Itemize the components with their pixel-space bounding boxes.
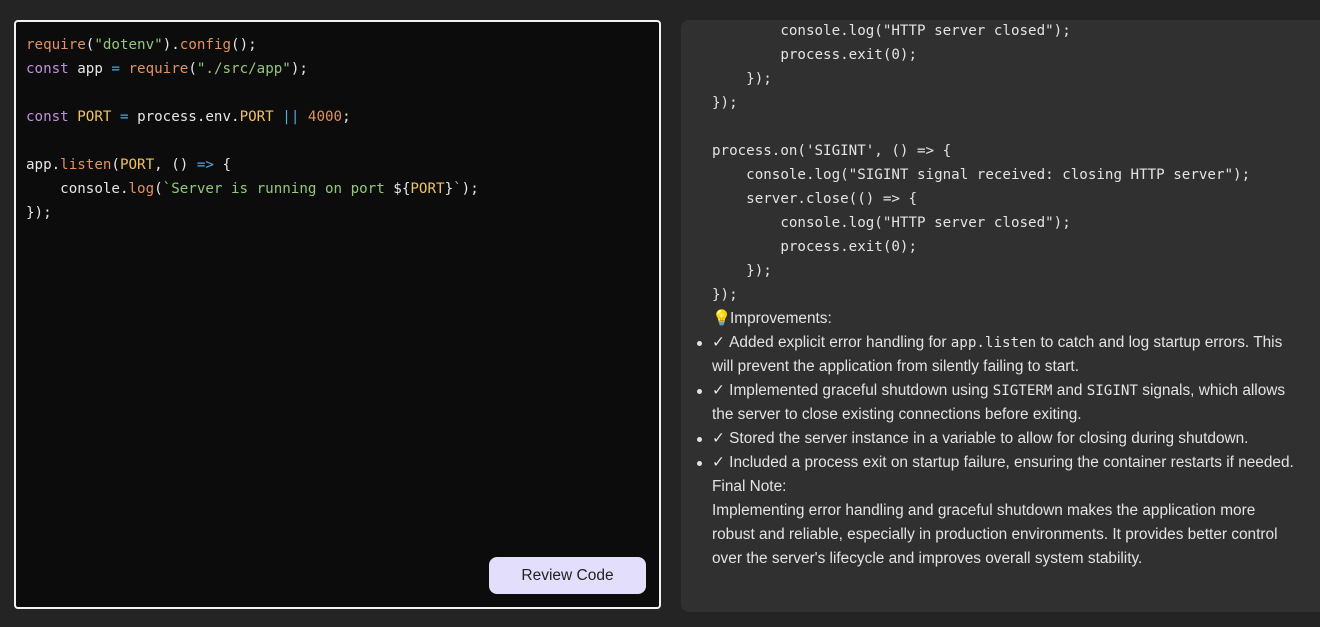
review-panel: console.log("HTTP server closed"); proce… [681,20,1320,612]
code-line: require("dotenv").config(); [26,33,479,57]
code-token: listen [60,157,112,173]
code-token: = [119,109,138,125]
review-code-line: }); [712,263,772,279]
review-code-line: console.log("HTTP server closed"); [712,23,1071,39]
code-token: ( [188,61,197,77]
code-token: "dotenv" [94,37,163,53]
checkmark-icon: ✓ [712,382,730,399]
inline-code: SIGINT [1086,383,1138,399]
code-token: => [196,157,223,173]
improvement-item: ✓ Added explicit error handling for app.… [697,331,1302,379]
editor-code[interactable]: require("dotenv").config(); const app = r… [26,33,479,225]
review-code-button[interactable]: Review Code [489,557,646,594]
code-token: PORT [410,181,445,197]
code-token: PORT [119,157,155,173]
review-code-line: }); [712,95,738,111]
item-text: Implemented graceful shutdown using [729,382,993,399]
inline-code: SIGTERM [992,383,1053,399]
review-code-line: process.exit(0); [712,239,917,255]
code-token: ); [290,61,308,77]
review-code-line: console.log("HTTP server closed"); [712,215,1071,231]
item-text: and [1052,382,1087,399]
code-line: console.log(`Server is running on port $… [26,177,479,201]
code-token: `Server is running on port [162,181,394,197]
item-text: Added explicit error handling for [729,334,951,351]
improvements-section: 💡Improvements: ✓ Added explicit error ha… [697,307,1302,571]
code-token: const [26,61,78,77]
code-token: ); [461,181,479,197]
code-token: require [26,37,86,53]
inline-code: app.listen [950,335,1037,351]
code-line: const app = require("./src/app"); [26,57,479,81]
code-token: = [111,61,129,77]
code-token: ; [342,109,351,125]
code-token: } [444,181,454,197]
code-token: || [282,109,308,125]
code-token: process.env. [137,109,240,125]
code-token: }); [26,205,52,221]
review-code-line: console.log("SIGINT signal received: clo… [712,167,1251,183]
code-token: app [77,61,112,77]
improvement-item: ✓ Included a process exit on startup fai… [697,451,1302,475]
review-code-line: process.exit(0); [712,47,917,63]
review-code-line [712,115,1250,139]
improvement-item: ✓ Stored the server instance in a variab… [697,427,1302,451]
lightbulb-icon: 💡 [712,310,732,327]
code-token: ${ [393,181,411,197]
review-code-line: }); [712,287,738,303]
code-line: }); [26,201,479,225]
code-token: ( [111,157,120,173]
code-token: require [128,61,189,77]
code-token: config [179,37,232,53]
review-code-line: }); [712,71,772,87]
code-token: console. [26,181,129,197]
improvements-list: ✓ Added explicit error handling for app.… [697,331,1302,475]
review-code-snippet: console.log("HTTP server closed"); proce… [712,20,1250,307]
code-token: { [222,157,232,173]
code-token: 4000 [307,109,343,125]
code-token: const [26,109,78,125]
code-token: ` [453,181,462,197]
checkmark-icon: ✓ [712,430,730,447]
code-token: "./src/app" [196,61,291,77]
checkmark-icon: ✓ [712,334,730,351]
code-token: , () [154,157,197,173]
item-text: Included a process exit on startup failu… [729,454,1294,471]
review-code-line: server.close(() => { [712,191,917,207]
improvements-heading: Improvements: [730,310,832,327]
code-token: log [128,181,155,197]
code-token: app. [26,157,61,173]
final-note-text: Implementing error handling and graceful… [712,502,1278,567]
code-line: app.listen(PORT, () => { [26,153,479,177]
review-code-line: process.on('SIGINT', () => { [712,143,952,159]
item-text: Stored the server instance in a variable… [729,430,1249,447]
code-line: const PORT = process.env.PORT || 4000; [26,105,479,129]
code-token: ). [162,37,180,53]
checkmark-icon: ✓ [712,454,730,471]
final-note-heading: Final Note: [712,478,787,495]
code-token: ( [154,181,163,197]
improvement-item: ✓ Implemented graceful shutdown using SI… [697,379,1302,427]
code-token: PORT [239,109,283,125]
code-token: PORT [77,109,120,125]
code-editor[interactable]: require("dotenv").config(); const app = r… [14,20,661,609]
code-token: (); [231,37,257,53]
improvements-heading-row: 💡Improvements: [712,307,1302,331]
